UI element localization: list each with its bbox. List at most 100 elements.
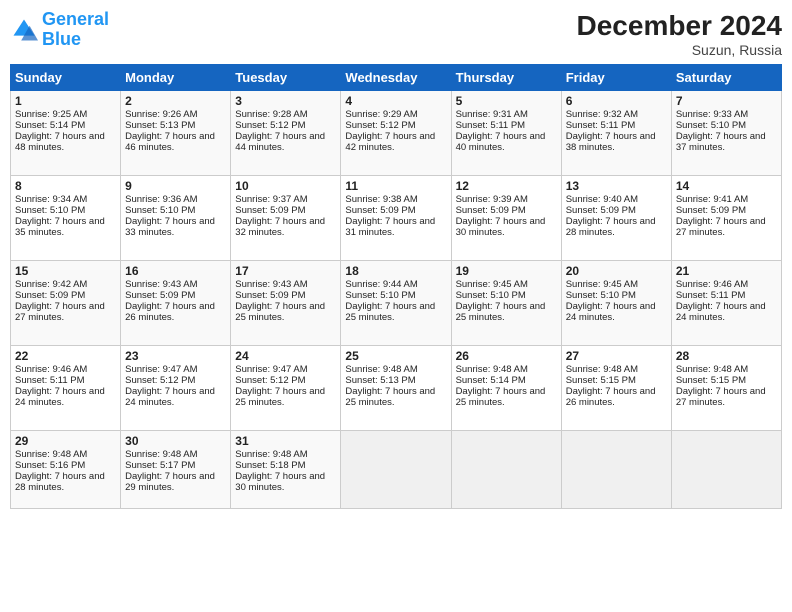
day-number: 24 — [235, 349, 336, 363]
sunrise-text: Sunrise: 9:26 AM — [125, 109, 226, 120]
sunrise-text: Sunrise: 9:43 AM — [235, 279, 336, 290]
logo-text: General Blue — [42, 10, 109, 50]
sunrise-text: Sunrise: 9:47 AM — [125, 364, 226, 375]
sunset-text: Sunset: 5:11 PM — [676, 290, 777, 301]
sunrise-text: Sunrise: 9:48 AM — [125, 449, 226, 460]
sunset-text: Sunset: 5:13 PM — [345, 375, 446, 386]
daylight-text: Daylight: 7 hours and 48 minutes. — [15, 131, 116, 153]
location: Suzun, Russia — [577, 42, 782, 58]
week-row-4: 22Sunrise: 9:46 AMSunset: 5:11 PMDayligh… — [11, 346, 782, 431]
week-row-5: 29 Sunrise: 9:48 AM Sunset: 5:16 PM Dayligh… — [11, 431, 782, 509]
daylight-text: Daylight: 7 hours and 24 minutes. — [566, 301, 667, 323]
calendar-cell: 23Sunrise: 9:47 AMSunset: 5:12 PMDayligh… — [121, 346, 231, 431]
sunrise-text: Sunrise: 9:48 AM — [345, 364, 446, 375]
day-number: 26 — [456, 349, 557, 363]
daylight-text: Daylight: 7 hours and 29 minutes. — [125, 471, 226, 493]
calendar-cell: 31Sunrise: 9:48 AMSunset: 5:18 PMDayligh… — [231, 431, 341, 509]
sunset-text: Sunset: 5:09 PM — [235, 290, 336, 301]
calendar-cell: 22Sunrise: 9:46 AMSunset: 5:11 PMDayligh… — [11, 346, 121, 431]
day-number: 9 — [125, 179, 226, 193]
week-row-1: 1Sunrise: 9:25 AMSunset: 5:14 PMDaylight… — [11, 91, 782, 176]
day-number: 8 — [15, 179, 116, 193]
sunset-text: Sunset: 5:14 PM — [456, 375, 557, 386]
day-number: 2 — [125, 94, 226, 108]
daylight-text: Daylight: 7 hours and 27 minutes. — [15, 301, 116, 323]
sunset-text: Sunset: 5:13 PM — [125, 120, 226, 131]
col-header-wednesday: Wednesday — [341, 65, 451, 91]
sunrise-text: Sunrise: 9:47 AM — [235, 364, 336, 375]
calendar-cell: 1Sunrise: 9:25 AMSunset: 5:14 PMDaylight… — [11, 91, 121, 176]
calendar-cell — [671, 431, 781, 509]
col-header-sunday: Sunday — [11, 65, 121, 91]
sunrise-text: Sunrise: 9:28 AM — [235, 109, 336, 120]
sunset-text: Sunset: 5:10 PM — [345, 290, 446, 301]
sunset-text: Sunset: 5:09 PM — [345, 205, 446, 216]
daylight-text: Daylight: 7 hours and 40 minutes. — [456, 131, 557, 153]
sunset-text: Sunset: 5:12 PM — [345, 120, 446, 131]
daylight-text: Daylight: 7 hours and 25 minutes. — [456, 386, 557, 408]
daylight-text: Daylight: 7 hours and 32 minutes. — [235, 216, 336, 238]
daylight-text: Daylight: 7 hours and 25 minutes. — [345, 386, 446, 408]
calendar-cell: 4Sunrise: 9:29 AMSunset: 5:12 PMDaylight… — [341, 91, 451, 176]
day-number: 13 — [566, 179, 667, 193]
daylight-text: Daylight: 7 hours and 30 minutes. — [235, 471, 336, 493]
col-header-monday: Monday — [121, 65, 231, 91]
sunrise-text: Sunrise: 9:48 AM — [676, 364, 777, 375]
sunset-text: Sunset: 5:16 PM — [15, 460, 116, 471]
day-number: 16 — [125, 264, 226, 278]
day-number: 18 — [345, 264, 446, 278]
sunset-text: Sunset: 5:10 PM — [456, 290, 557, 301]
calendar-cell: 3Sunrise: 9:28 AMSunset: 5:12 PMDaylight… — [231, 91, 341, 176]
col-header-tuesday: Tuesday — [231, 65, 341, 91]
sunset-text: Sunset: 5:10 PM — [676, 120, 777, 131]
sunset-text: Sunset: 5:11 PM — [15, 375, 116, 386]
day-number: 10 — [235, 179, 336, 193]
day-number: 4 — [345, 94, 446, 108]
sunrise-text: Sunrise: 9:46 AM — [676, 279, 777, 290]
day-number: 31 — [235, 434, 336, 448]
daylight-text: Daylight: 7 hours and 25 minutes. — [235, 301, 336, 323]
logo: General Blue — [10, 10, 109, 50]
daylight-text: Daylight: 7 hours and 27 minutes. — [676, 386, 777, 408]
week-row-3: 15Sunrise: 9:42 AMSunset: 5:09 PMDayligh… — [11, 261, 782, 346]
day-number: 23 — [125, 349, 226, 363]
calendar-cell: 27Sunrise: 9:48 AMSunset: 5:15 PMDayligh… — [561, 346, 671, 431]
header: General Blue December 2024 Suzun, Russia — [10, 10, 782, 58]
sunset-text: Sunset: 5:09 PM — [15, 290, 116, 301]
sunrise-text: Sunrise: 9:42 AM — [15, 279, 116, 290]
title-area: December 2024 Suzun, Russia — [577, 10, 782, 58]
sunrise-text: Sunrise: 9:29 AM — [345, 109, 446, 120]
col-header-saturday: Saturday — [671, 65, 781, 91]
sunset-text: Sunset: 5:12 PM — [125, 375, 226, 386]
sunrise-text: Sunrise: 9:25 AM — [15, 109, 116, 120]
logo-icon — [10, 16, 38, 44]
sunrise-text: Sunrise: 9:31 AM — [456, 109, 557, 120]
daylight-text: Daylight: 7 hours and 38 minutes. — [566, 131, 667, 153]
sunset-text: Sunset: 5:12 PM — [235, 120, 336, 131]
day-number: 29 — [15, 434, 116, 448]
daylight-text: Daylight: 7 hours and 26 minutes. — [125, 301, 226, 323]
calendar: SundayMondayTuesdayWednesdayThursdayFrid… — [10, 64, 782, 509]
day-number: 6 — [566, 94, 667, 108]
sunrise-text: Sunrise: 9:44 AM — [345, 279, 446, 290]
col-header-thursday: Thursday — [451, 65, 561, 91]
sunrise-text: Sunrise: 9:43 AM — [125, 279, 226, 290]
sunrise-text: Sunrise: 9:37 AM — [235, 194, 336, 205]
week-row-2: 8Sunrise: 9:34 AMSunset: 5:10 PMDaylight… — [11, 176, 782, 261]
calendar-cell: 9Sunrise: 9:36 AMSunset: 5:10 PMDaylight… — [121, 176, 231, 261]
calendar-cell: 19Sunrise: 9:45 AMSunset: 5:10 PMDayligh… — [451, 261, 561, 346]
day-number: 1 — [15, 94, 116, 108]
day-number: 7 — [676, 94, 777, 108]
daylight-text: Daylight: 7 hours and 25 minutes. — [345, 301, 446, 323]
logo-line1: General — [42, 9, 109, 29]
sunrise-text: Sunrise: 9:33 AM — [676, 109, 777, 120]
logo-line2: Blue — [42, 29, 81, 49]
daylight-text: Daylight: 7 hours and 46 minutes. — [125, 131, 226, 153]
day-number: 20 — [566, 264, 667, 278]
sunset-text: Sunset: 5:14 PM — [15, 120, 116, 131]
calendar-cell: 8Sunrise: 9:34 AMSunset: 5:10 PMDaylight… — [11, 176, 121, 261]
calendar-cell — [341, 431, 451, 509]
calendar-cell: 14Sunrise: 9:41 AMSunset: 5:09 PMDayligh… — [671, 176, 781, 261]
sunrise-text: Sunrise: 9:48 AM — [566, 364, 667, 375]
sunset-text: Sunset: 5:10 PM — [15, 205, 116, 216]
